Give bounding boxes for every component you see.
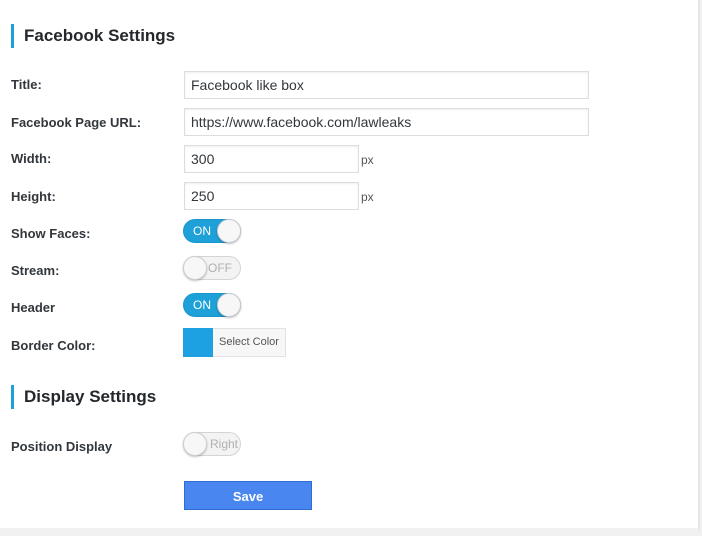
width-label: Width: (11, 151, 52, 166)
width-input[interactable] (184, 145, 359, 173)
select-color-text: Select Color (219, 336, 279, 348)
height-input[interactable] (184, 182, 359, 210)
height-label: Height: (11, 189, 56, 204)
show-faces-toggle[interactable]: ON (183, 219, 241, 243)
header-toggle-text: ON (193, 298, 211, 312)
toggle-knob (217, 293, 241, 317)
header-toggle[interactable]: ON (183, 293, 241, 317)
stream-toggle-text: OFF (208, 261, 232, 275)
border-color-label: Border Color: (11, 338, 96, 353)
show-faces-toggle-text: ON (193, 224, 211, 238)
display-settings-heading: Display Settings (11, 385, 156, 409)
color-swatch[interactable] (183, 328, 213, 357)
settings-panel: Facebook Settings Title: Facebook Page U… (0, 0, 700, 532)
height-unit: px (361, 190, 374, 204)
position-display-label: Position Display (11, 439, 113, 454)
toggle-knob (183, 256, 207, 280)
toggle-knob (183, 432, 207, 456)
page-url-label: Facebook Page URL: (11, 115, 142, 130)
facebook-settings-heading: Facebook Settings (11, 24, 175, 48)
header-label: Header (11, 300, 56, 315)
show-faces-label: Show Faces: (11, 226, 91, 241)
position-display-toggle-text: Right (209, 437, 238, 451)
stream-toggle[interactable]: OFF (183, 256, 241, 280)
toggle-knob (217, 219, 241, 243)
width-unit: px (361, 153, 374, 167)
page-url-input[interactable] (184, 108, 589, 136)
position-display-toggle[interactable]: Right (183, 432, 241, 456)
border-color-picker[interactable]: Select Color (183, 328, 286, 357)
stream-label: Stream: (11, 263, 60, 278)
title-label: Title: (11, 77, 42, 92)
title-input[interactable] (184, 71, 589, 99)
save-button[interactable]: Save (184, 481, 312, 510)
